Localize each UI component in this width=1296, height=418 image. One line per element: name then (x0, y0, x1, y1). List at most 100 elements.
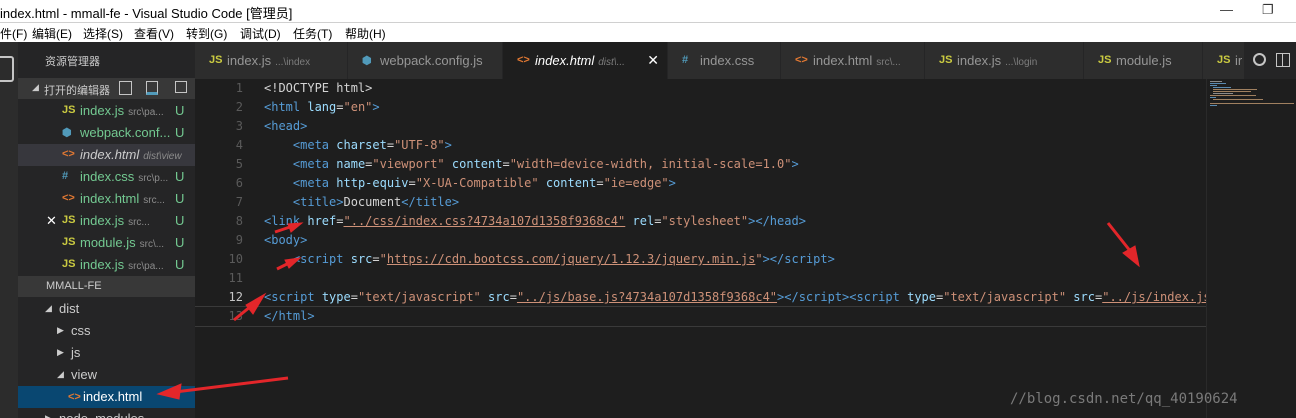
untracked-badge: U (175, 103, 185, 118)
minimap[interactable] (1206, 79, 1296, 418)
file-name: module.js (80, 235, 136, 250)
file-path: src\pa... (128, 261, 164, 272)
file-path: dist\view (143, 151, 182, 162)
line-number: 2 (235, 100, 243, 114)
tree-folder-node-modules[interactable]: ▶ node_modules (18, 408, 195, 418)
window-title: index.html - mmall-fe - Visual Studio Co… (0, 6, 293, 21)
tab-label: index.html (813, 53, 873, 68)
tab-index-css[interactable]: # index.css (668, 42, 781, 79)
tree-folder-dist[interactable]: ◢ dist (18, 298, 195, 320)
line-number: 8 (235, 214, 243, 228)
code-line: <link href="../css/index.css?4734a107d13… (264, 214, 806, 228)
open-editor-item[interactable]: JS index.js src\pa... U (18, 254, 195, 276)
expand-arrow-icon: ◢ (57, 369, 64, 379)
open-editor-item[interactable]: <> index.html src... U (18, 188, 195, 210)
tree-folder-js[interactable]: ▶ js (18, 342, 195, 364)
line-number: 6 (235, 176, 243, 190)
menu-bar: 件(F) 编辑(E) 选择(S) 查看(V) 转到(G) 调试(D) 任务(T)… (0, 23, 1296, 42)
file-path: src... (143, 195, 165, 206)
open-editor-item[interactable]: JS module.js src\... U (18, 232, 195, 254)
minimize-icon[interactable]: — (1220, 2, 1233, 17)
tab-label: webpack.config.js (380, 53, 483, 68)
open-editors-label: 打开的编辑器 (44, 85, 110, 97)
html-file-icon: <> (795, 54, 808, 66)
js-file-icon: JS (209, 54, 223, 66)
open-editor-item[interactable]: JS index.js src\pa... U (18, 100, 195, 122)
close-icon[interactable]: ✕ (647, 52, 659, 69)
file-name: index.js (80, 257, 125, 272)
close-all-icon[interactable] (175, 81, 187, 93)
tree-file-index-html-selected[interactable]: <> index.html (18, 386, 195, 408)
menu-view[interactable]: 查看(V) (134, 25, 174, 42)
js-file-icon: JS (1098, 54, 1112, 66)
file-name: index.html (80, 191, 140, 206)
explorer-title: 资源管理器 (45, 56, 100, 68)
untracked-badge: U (175, 235, 185, 250)
open-changes-icon[interactable] (1253, 53, 1266, 66)
menu-tasks[interactable]: 任务(T) (293, 25, 332, 42)
menu-go[interactable]: 转到(G) (186, 25, 227, 42)
line-number: 3 (235, 119, 243, 133)
open-editors-header[interactable]: ◢ 打开的编辑器 (18, 78, 195, 99)
tab-index-js[interactable]: JS index.js ...\index (195, 42, 348, 79)
expand-arrow-icon: ▶ (57, 325, 64, 335)
code-line: <meta charset="UTF-8"> (292, 138, 452, 152)
explorer-sidebar: 资源管理器 ◢ 打开的编辑器 JS index.js src\pa... U ⬢ … (18, 42, 195, 418)
code-line: <head> (264, 119, 308, 133)
open-editor-item[interactable]: # index.css src\p... U (18, 166, 195, 188)
code-line: <meta http-equiv="X-UA-Compatible" conte… (292, 176, 676, 190)
open-editor-item[interactable]: ⬢ webpack.conf... U (18, 122, 195, 144)
current-line-highlight (195, 306, 1206, 327)
tab-label: ir (1235, 53, 1243, 68)
save-icon[interactable] (146, 81, 158, 95)
save-all-icon[interactable] (119, 81, 132, 95)
tab-index-html[interactable]: <> index.html src\... (781, 42, 925, 79)
restore-icon[interactable]: ❐ (1262, 2, 1274, 18)
code-line: <meta name="viewport" content="width=dev… (292, 157, 799, 171)
webpack-file-icon: ⬢ (62, 127, 72, 139)
line-number: 12 (228, 290, 243, 304)
code-editor[interactable]: 1 2 3 4 5 6 7 8 9 10 11 12 13 <!DOCTYPE … (195, 79, 1206, 418)
project-header[interactable]: MMALL-FE (18, 276, 195, 297)
expand-arrow-icon: ▶ (45, 413, 52, 418)
tree-folder-css[interactable]: ▶ css (18, 320, 195, 342)
collapse-arrow-icon: ◢ (32, 82, 39, 92)
tree-folder-view[interactable]: ◢ view (18, 364, 195, 386)
split-editor-icon[interactable] (1276, 53, 1290, 67)
code-line: <script src="https://cdn.bootcss.com/jqu… (292, 252, 835, 266)
file-path: src... (128, 217, 150, 228)
code-line: <script type="text/javascript" src="../j… (264, 290, 1206, 304)
line-number: 13 (228, 309, 243, 323)
open-editor-item[interactable]: ✕ JS index.js src... U (18, 210, 195, 232)
tab-index-html-active[interactable]: <> index.html dist\... ✕ (503, 42, 668, 79)
menu-help[interactable]: 帮助(H) (345, 25, 386, 42)
folder-name: css (71, 323, 91, 338)
editor-tabs: JS index.js ...\index ⬢ webpack.config.js… (195, 42, 1296, 79)
code-line: <!DOCTYPE html> (264, 81, 373, 95)
js-file-icon: JS (939, 54, 953, 66)
explorer-icon[interactable] (0, 56, 14, 82)
open-editor-item-active[interactable]: <> index.html dist\view (18, 144, 195, 166)
code-line: <body> (264, 233, 308, 247)
file-name: index.js (80, 213, 125, 228)
code-line: </html> (264, 309, 315, 323)
js-file-icon: JS (62, 236, 76, 248)
folder-name: node_modules (59, 411, 144, 418)
tab-index-js-login[interactable]: JS index.js ...\login (925, 42, 1084, 79)
tab-path: dist\... (598, 57, 625, 68)
tab-webpack-config[interactable]: ⬢ webpack.config.js (348, 42, 503, 79)
html-file-icon: <> (517, 54, 530, 66)
menu-debug[interactable]: 调试(D) (240, 25, 281, 42)
file-path: src\p... (138, 173, 169, 184)
js-file-icon: JS (62, 258, 76, 270)
close-editor-icon[interactable]: ✕ (46, 213, 57, 229)
menu-selection[interactable]: 选择(S) (83, 25, 123, 42)
tab-label: module.js (1116, 53, 1172, 68)
menu-edit[interactable]: 编辑(E) (32, 25, 72, 42)
js-file-icon: JS (62, 104, 76, 116)
tab-module-js[interactable]: JS module.js (1084, 42, 1203, 79)
js-file-icon: JS (62, 214, 76, 226)
menu-file[interactable]: 件(F) (0, 25, 27, 42)
untracked-badge: U (175, 213, 185, 228)
